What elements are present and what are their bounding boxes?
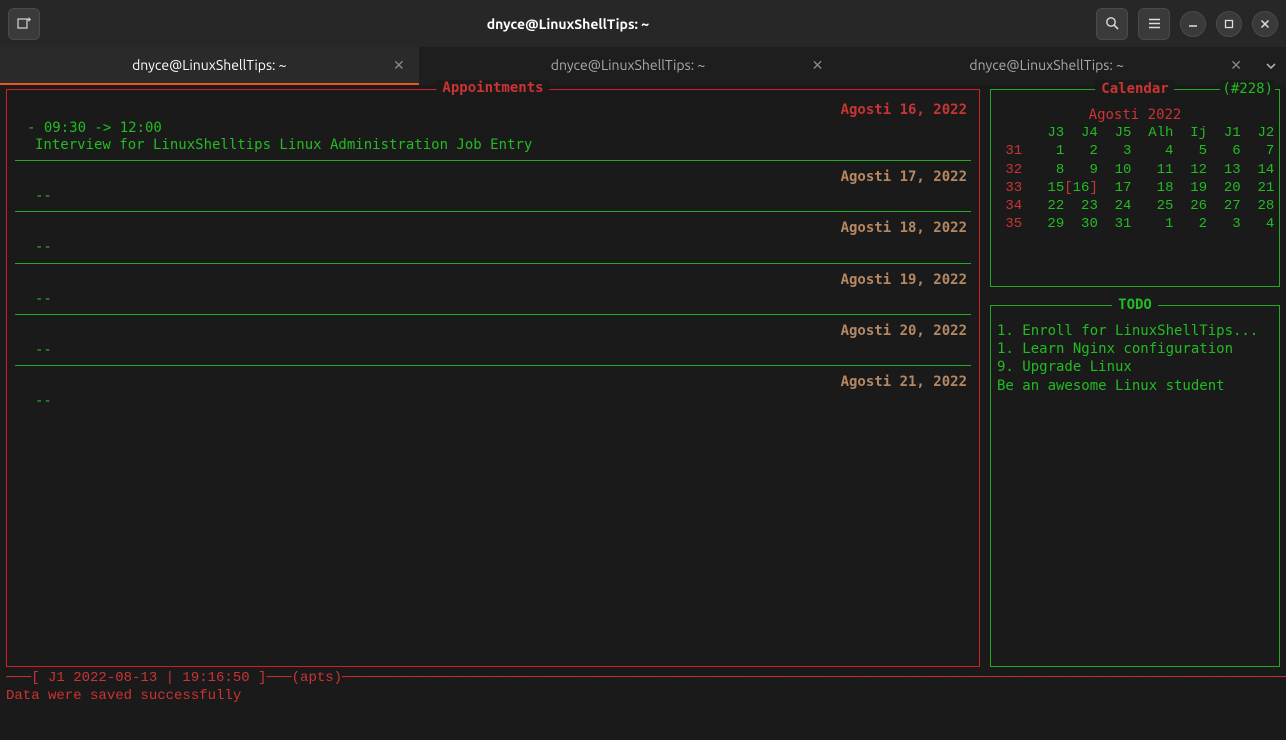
appointment-day-block: Agosti 20, 2022-- xyxy=(11,321,975,359)
search-icon xyxy=(1105,16,1120,31)
close-button[interactable] xyxy=(1252,11,1278,37)
chevron-down-icon xyxy=(1265,60,1277,72)
appointment-day-block: Agosti 16, 2022- 09:30 -> 12:00Interview… xyxy=(11,100,975,154)
appointment-day-header: Agosti 17, 2022 xyxy=(11,167,975,187)
tab-label: dnyce@LinuxShellTips: ~ xyxy=(969,57,1124,73)
terminal-area[interactable]: Appointments Agosti 16, 2022- 09:30 -> 1… xyxy=(0,85,1286,740)
appointment-text: -- xyxy=(11,187,975,205)
todo-item: Be an awesome Linux student xyxy=(997,377,1273,395)
status-line-1: ───[ J1 2022-08-13 | 19:16:50 ]───(apts)… xyxy=(6,669,1280,687)
appointment-day-block: Agosti 17, 2022-- xyxy=(11,167,975,205)
hamburger-menu-button[interactable] xyxy=(1138,8,1170,40)
todo-title: TODO xyxy=(1112,296,1158,314)
appointment-text: -- xyxy=(11,290,975,308)
appointment-day-block: Agosti 21, 2022-- xyxy=(11,372,975,410)
calendar-week-row: 34 22 23 24 25 26 27 28 xyxy=(997,197,1273,215)
todo-panel[interactable]: TODO 1. Enroll for LinuxShellTips...1. L… xyxy=(990,305,1280,667)
day-divider xyxy=(15,365,971,366)
appointment-text: -- xyxy=(11,238,975,256)
appointment-day-block: Agosti 19, 2022-- xyxy=(11,270,975,308)
calendar-weekday-header: J3 J4 J5 Alh Ij J1 J2 xyxy=(997,124,1273,142)
tab-close-button[interactable]: ✕ xyxy=(393,57,405,74)
calendar-panel[interactable]: Calendar (#228) Agosti 2022 J3 J4 J5 Alh… xyxy=(990,89,1280,287)
maximize-icon xyxy=(1224,19,1234,29)
tab-close-button[interactable]: ✕ xyxy=(812,57,824,74)
appointment-time: - 09:30 -> 12:00 xyxy=(11,120,975,136)
appointment-day-block: Agosti 18, 2022-- xyxy=(11,218,975,256)
tab-label: dnyce@LinuxShellTips: ~ xyxy=(132,57,287,73)
day-divider xyxy=(15,314,971,315)
minimize-button[interactable] xyxy=(1180,11,1206,37)
new-tab-button[interactable] xyxy=(8,8,40,40)
appointment-text: -- xyxy=(11,341,975,359)
calendar-title: Calendar xyxy=(1095,80,1174,98)
todo-list: 1. Enroll for LinuxShellTips...1. Learn … xyxy=(997,322,1273,395)
tab-label: dnyce@LinuxShellTips: ~ xyxy=(551,57,706,73)
close-icon xyxy=(1260,19,1270,29)
appointment-day-header: Agosti 18, 2022 xyxy=(11,218,975,238)
day-divider xyxy=(15,211,971,212)
calendar-week-row: 31 1 2 3 4 5 6 7 xyxy=(997,142,1273,160)
tab-3[interactable]: dnyce@LinuxShellTips: ~ ✕ xyxy=(837,47,1256,85)
calendar-day-of-year: (#228) xyxy=(1220,80,1275,98)
todo-item: 1. Enroll for LinuxShellTips... xyxy=(997,322,1273,340)
search-button[interactable] xyxy=(1096,8,1128,40)
new-tab-icon xyxy=(16,16,32,32)
appointment-day-header: Agosti 19, 2022 xyxy=(11,270,975,290)
window-controls xyxy=(1096,8,1278,40)
day-divider xyxy=(15,263,971,264)
calendar-week-row: 32 8 9 10 11 12 13 14 xyxy=(997,161,1273,179)
window-title: dnyce@LinuxShellTips: ~ xyxy=(40,16,1096,32)
maximize-button[interactable] xyxy=(1216,11,1242,37)
appointment-text: -- xyxy=(11,392,975,410)
tab-bar: dnyce@LinuxShellTips: ~ ✕ dnyce@LinuxShe… xyxy=(0,47,1286,85)
window-titlebar: dnyce@LinuxShellTips: ~ xyxy=(0,0,1286,47)
minimize-icon xyxy=(1188,19,1198,29)
appointment-day-header: Agosti 16, 2022 xyxy=(11,100,975,120)
status-bar: ───[ J1 2022-08-13 | 19:16:50 ]───(apts)… xyxy=(6,667,1280,705)
appointments-list: Agosti 16, 2022- 09:30 -> 12:00Interview… xyxy=(7,90,979,414)
hamburger-icon xyxy=(1147,16,1162,31)
calendar-week-row: 35 29 30 31 1 2 3 4 xyxy=(997,215,1273,233)
tab-1[interactable]: dnyce@LinuxShellTips: ~ ✕ xyxy=(0,47,419,85)
appointment-text: Interview for LinuxShelltips Linux Admin… xyxy=(11,136,975,154)
appointment-day-header: Agosti 20, 2022 xyxy=(11,321,975,341)
todo-item: 1. Learn Nginx configuration xyxy=(997,340,1273,358)
todo-item: 9. Upgrade Linux xyxy=(997,358,1273,376)
appointment-day-header: Agosti 21, 2022 xyxy=(11,372,975,392)
calendar-week-row: 33 15[16] 17 18 19 20 21 xyxy=(997,179,1273,197)
calendar-grid: J3 J4 J5 Alh Ij J1 J2 31 1 2 3 4 5 6 7 3… xyxy=(997,124,1273,233)
calendar-month: Agosti 2022 xyxy=(997,106,1273,124)
appointments-panel[interactable]: Appointments Agosti 16, 2022- 09:30 -> 1… xyxy=(6,89,980,667)
day-divider xyxy=(15,160,971,161)
tab-close-button[interactable]: ✕ xyxy=(1230,57,1242,74)
status-line-2: Data were saved successfully xyxy=(6,687,1280,705)
appointments-title: Appointments xyxy=(436,80,549,96)
